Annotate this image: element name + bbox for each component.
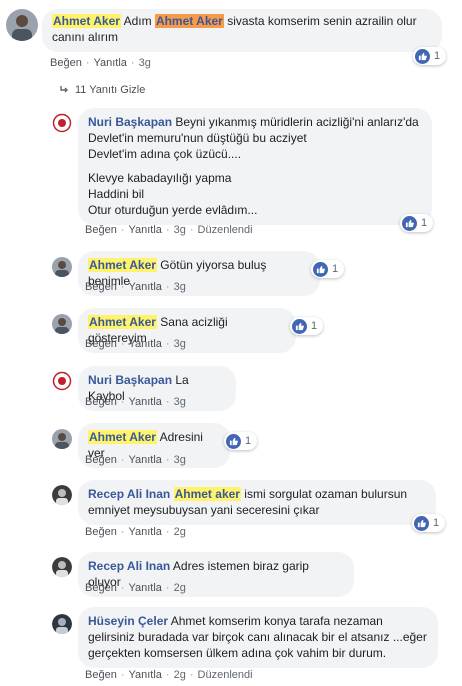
reaction-number: 1	[332, 263, 339, 275]
reply-author[interactable]: Ahmet Aker	[88, 315, 157, 329]
reply-text: Devlet'in memuru'nun düştüğü bu acziyet	[88, 131, 307, 145]
reply-actions: Beğen · Yanıtla · 2g · Düzenlendi	[85, 669, 253, 681]
reaction-count[interactable]: 1	[290, 317, 324, 335]
timestamp[interactable]: 3g	[174, 224, 186, 236]
reply-text: emniyet meysubuysan yani seceresini çıka…	[88, 503, 320, 517]
avatar-ahmet-aker[interactable]	[52, 429, 72, 449]
reaction-number: 1	[434, 50, 441, 62]
avatar-huseyin-celer[interactable]	[52, 614, 72, 634]
avatar-ahmet-aker[interactable]	[52, 257, 72, 277]
edited-label[interactable]: Düzenlendi	[198, 224, 253, 236]
hide-replies-label[interactable]: 11 Yanıtı Gizle	[75, 84, 145, 96]
mention-link[interactable]: Ahmet aker	[173, 487, 241, 501]
comment-actions: Beğen · Yanıtla · 3g	[50, 57, 151, 69]
reply-actions: Beğen · Yanıtla · 2g	[85, 526, 186, 538]
reply-author[interactable]: Ahmet Aker	[88, 258, 157, 272]
reply-actions: Beğen · Yanıtla · 3g · Düzenlendi	[85, 224, 253, 236]
like-icon	[226, 433, 241, 449]
timestamp[interactable]: 2g	[174, 669, 186, 681]
like-link[interactable]: Beğen	[85, 224, 117, 236]
reply-author[interactable]: Nuri Başkapan	[88, 373, 172, 387]
timestamp[interactable]: 3g	[174, 454, 186, 466]
reaction-number: 1	[245, 435, 252, 447]
mention-link[interactable]: Ahmet Aker	[154, 14, 224, 28]
reply-bubble: Nuri Başkapan Beyni yıkanmış müridlerin …	[78, 108, 432, 225]
timestamp[interactable]: 3g	[174, 396, 186, 408]
reply-actions: Beğen · Yanıtla · 3g	[85, 454, 186, 466]
reply-text: gerçekten komsersen ülkem adına çok vahi…	[88, 646, 387, 660]
reply-text: Ahmet komserim konya tarafa nezaman	[168, 614, 383, 628]
reply-text: ismi sorgulat ozaman bulursun	[240, 487, 408, 501]
reply-author[interactable]: Recep Ali Inan	[88, 559, 170, 573]
like-link[interactable]: Beğen	[85, 454, 117, 466]
reaction-number: 1	[421, 217, 428, 229]
reaction-count[interactable]: 1	[311, 260, 345, 278]
reply-arrow-icon	[60, 84, 69, 96]
reaction-count[interactable]: 1	[412, 514, 446, 532]
reaction-count[interactable]: 1	[413, 47, 447, 65]
reply-bubble: Hüseyin Çeler Ahmet komserim konya taraf…	[78, 607, 438, 668]
timestamp[interactable]: 3g	[139, 57, 151, 69]
reaction-number: 1	[311, 320, 318, 332]
comment-author[interactable]: Ahmet Aker	[52, 14, 121, 28]
like-icon	[313, 261, 328, 277]
reply-link[interactable]: Yanıtla	[128, 396, 161, 408]
reply-link[interactable]: Yanıtla	[128, 224, 161, 236]
reaction-count[interactable]: 1	[224, 432, 258, 450]
like-icon	[415, 48, 430, 64]
timestamp[interactable]: 3g	[174, 281, 186, 293]
reply-link[interactable]: Yanıtla	[128, 338, 161, 350]
reply-actions: Beğen · Yanıtla · 3g	[85, 338, 186, 350]
reaction-count[interactable]: 1	[400, 214, 434, 232]
comment-bubble: Ahmet Aker Adım Ahmet Aker sivasta komse…	[42, 9, 442, 52]
reply-text: Otur oturduğun yerde evlâdım...	[88, 203, 258, 217]
like-icon	[292, 318, 307, 334]
reply-author[interactable]: Recep Ali Inan	[88, 487, 170, 501]
reply-link[interactable]: Yanıtla	[128, 526, 161, 538]
timestamp[interactable]: 3g	[174, 338, 186, 350]
reply-link[interactable]: Yanıtla	[128, 454, 161, 466]
reply-text: gelirsiniz buradada var birçok canı alın…	[88, 630, 427, 644]
reply-author[interactable]: Nuri Başkapan	[88, 115, 172, 129]
like-icon	[402, 215, 417, 231]
reply-link[interactable]: Yanıtla	[93, 57, 126, 69]
reply-link[interactable]: Yanıtla	[128, 669, 161, 681]
like-link[interactable]: Beğen	[85, 526, 117, 538]
comment-text-pre: Adım	[123, 14, 155, 28]
reply-link[interactable]: Yanıtla	[128, 582, 161, 594]
avatar-ahmet-aker[interactable]	[52, 314, 72, 334]
reply-actions: Beğen · Yanıtla · 3g	[85, 396, 186, 408]
reply-author[interactable]: Ahmet Aker	[88, 430, 157, 444]
like-link[interactable]: Beğen	[85, 281, 117, 293]
reply-link[interactable]: Yanıtla	[128, 281, 161, 293]
reply-text: Haddini bil	[88, 187, 145, 201]
avatar-recep-ali-inan[interactable]	[52, 485, 72, 505]
like-icon	[414, 515, 429, 531]
reply-actions: Beğen · Yanıtla · 2g	[85, 582, 186, 594]
avatar-ahmet-aker[interactable]	[6, 9, 38, 41]
like-link[interactable]: Beğen	[50, 57, 82, 69]
reply-actions: Beğen · Yanıtla · 3g	[85, 281, 186, 293]
like-link[interactable]: Beğen	[85, 338, 117, 350]
reply-bubble: Recep Ali Inan Ahmet aker ismi sorgulat …	[78, 480, 436, 525]
like-link[interactable]: Beğen	[85, 396, 117, 408]
timestamp[interactable]: 2g	[174, 526, 186, 538]
like-link[interactable]: Beğen	[85, 582, 117, 594]
avatar-nuri-baskapan[interactable]	[52, 113, 72, 133]
reaction-number: 1	[433, 517, 440, 529]
reply-text: Beyni yıkanmış müridlerin acizliği'ni an…	[175, 115, 419, 129]
avatar-recep-ali-inan[interactable]	[52, 557, 72, 577]
timestamp[interactable]: 2g	[174, 582, 186, 594]
reply-text: Klevye kabadayılığı yapma	[88, 171, 232, 185]
edited-label[interactable]: Düzenlendi	[198, 669, 253, 681]
reply-author[interactable]: Hüseyin Çeler	[88, 614, 168, 628]
avatar-nuri-baskapan[interactable]	[52, 371, 72, 391]
reply-text: Devlet'im adına çok üzücü....	[88, 147, 242, 161]
like-link[interactable]: Beğen	[85, 669, 117, 681]
hide-replies-toggle[interactable]: 11 Yanıtı Gizle	[60, 84, 145, 96]
